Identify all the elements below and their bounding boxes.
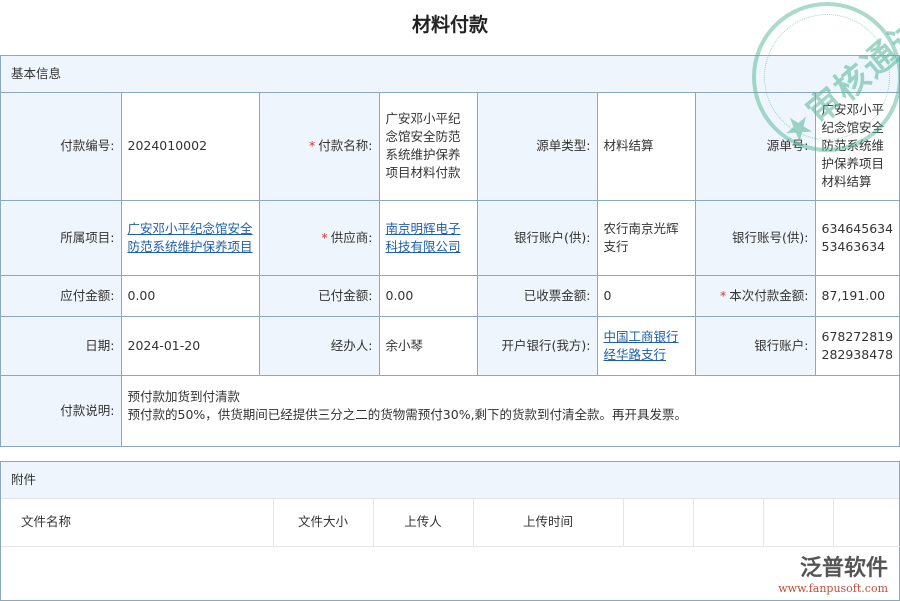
note-value: 预付款加货到付清款 预付款的50%，供货期间已经提供三分之二的货物需预付30%,… xyxy=(121,375,900,446)
label: 已付金额: xyxy=(259,275,379,316)
this-pay-value: 87,191.00 xyxy=(815,275,900,316)
pay-no-value: 2024010002 xyxy=(121,93,259,200)
label: 应付金额: xyxy=(1,275,121,316)
label: 银行账户: xyxy=(695,316,815,375)
invoiced-value: 0 xyxy=(597,275,695,316)
note-line: 预付款的50%，供货期间已经提供三分之二的货物需预付30%,剩下的货款到付清全款… xyxy=(128,406,897,424)
date-value: 2024-01-20 xyxy=(121,316,259,375)
note-line: 预付款加货到付清款 xyxy=(128,388,897,406)
section-header: 附件 xyxy=(1,462,899,499)
approved-stamp: ★审核通过 xyxy=(752,2,900,152)
column-header[interactable]: 文件大小 xyxy=(273,499,373,546)
attachments-section: 附件 文件名称 文件大小 上传人 上传时间 xyxy=(0,461,900,601)
src-type-value: 材料结算 xyxy=(597,93,695,200)
required-icon: * xyxy=(309,138,315,153)
column-header[interactable]: 上传人 xyxy=(373,499,473,546)
acct-own-value: 678272819282938478 xyxy=(815,316,900,375)
label: 已收票金额: xyxy=(477,275,597,316)
bank-own-link[interactable]: 中国工商银行经华路支行 xyxy=(604,329,679,362)
label: 银行账号(供): xyxy=(695,200,815,275)
label: 付款名称: xyxy=(318,138,372,153)
payable-value: 0.00 xyxy=(121,275,259,316)
acct-sup-value: 63464563453463634 xyxy=(815,200,900,275)
brand-logo: 泛普软件 www.fanpusoft.com xyxy=(778,550,888,595)
pay-name-value: 广安邓小平纪念馆安全防范系统维护保养项目材料付款 xyxy=(379,93,477,200)
label: 付款说明: xyxy=(1,375,121,446)
label: 银行账户(供): xyxy=(477,200,597,275)
required-icon: * xyxy=(322,230,328,245)
label: 日期: xyxy=(1,316,121,375)
handler-value: 余小琴 xyxy=(379,316,477,375)
label: 开户银行(我方): xyxy=(477,316,597,375)
column-header[interactable]: 上传时间 xyxy=(473,499,623,546)
label: 所属项目: xyxy=(1,200,121,275)
bank-sup-value: 农行南京光辉支行 xyxy=(597,200,695,275)
label: 经办人: xyxy=(259,316,379,375)
paid-value: 0.00 xyxy=(379,275,477,316)
label: 本次付款金额: xyxy=(729,288,808,303)
required-icon: * xyxy=(720,288,726,303)
project-link[interactable]: 广安邓小平纪念馆安全防范系统维护保养项目 xyxy=(128,221,253,254)
label: 供应商: xyxy=(331,230,373,245)
supplier-link[interactable]: 南京明辉电子科技有限公司 xyxy=(386,221,461,254)
label: 源单类型: xyxy=(477,93,597,200)
column-header[interactable]: 文件名称 xyxy=(1,499,273,546)
label: 付款编号: xyxy=(1,93,121,200)
